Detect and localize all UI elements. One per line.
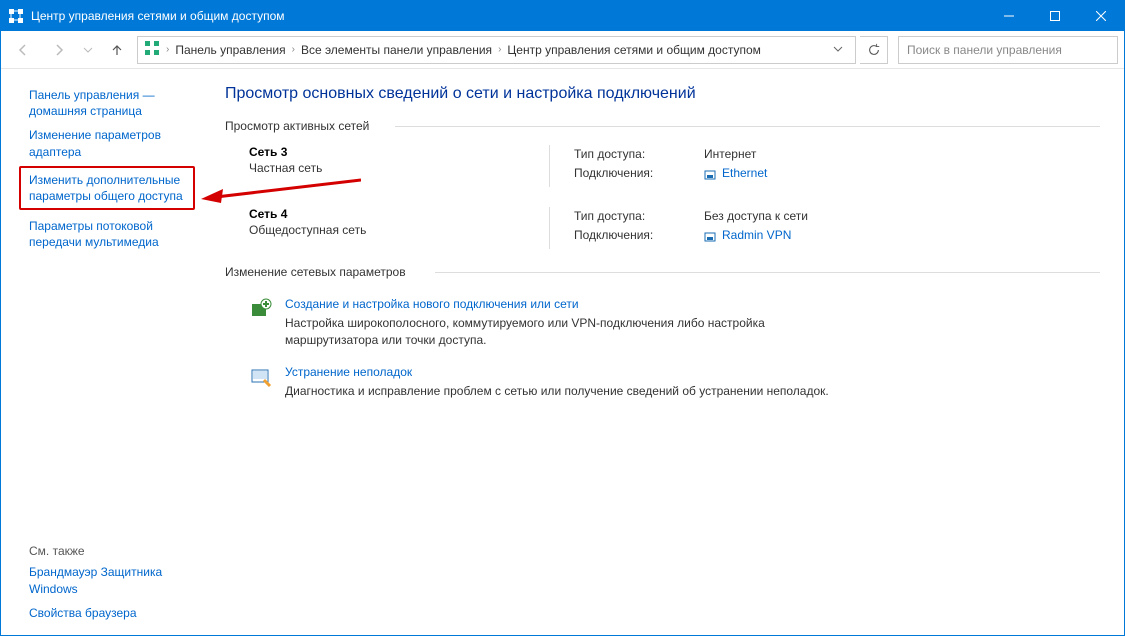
- connections-label: Подключения:: [574, 164, 684, 187]
- network-block: Сеть 3 Частная сеть Тип доступа: Интерне…: [225, 135, 1100, 197]
- breadcrumb-item[interactable]: Центр управления сетями и общим доступом: [507, 43, 761, 57]
- chevron-right-icon[interactable]: ›: [290, 44, 297, 55]
- chevron-right-icon[interactable]: ›: [496, 44, 503, 55]
- address-bar[interactable]: › Панель управления › Все элементы панел…: [137, 36, 856, 64]
- connections-label: Подключения:: [574, 226, 684, 249]
- network-name: Сеть 4: [249, 207, 509, 221]
- page-title: Просмотр основных сведений о сети и наст…: [225, 85, 1100, 103]
- recent-dropdown[interactable]: [79, 36, 97, 64]
- path-icon: [144, 40, 160, 59]
- seealso-header: См. также: [1, 538, 201, 560]
- new-connection-icon: [249, 297, 273, 321]
- seealso-browser-properties[interactable]: Свойства браузера: [1, 601, 201, 625]
- maximize-button[interactable]: [1032, 1, 1078, 31]
- sidebar-link-advanced-sharing[interactable]: Изменить дополнительные параметры общего…: [19, 166, 195, 210]
- close-button[interactable]: [1078, 1, 1124, 31]
- network-type: Общедоступная сеть: [249, 223, 509, 237]
- access-type-label: Тип доступа:: [574, 207, 684, 226]
- network-name: Сеть 3: [249, 145, 509, 159]
- access-type-label: Тип доступа:: [574, 145, 684, 164]
- search-input[interactable]: [898, 36, 1118, 64]
- navigation-bar: › Панель управления › Все элементы панел…: [1, 31, 1124, 69]
- network-block: Сеть 4 Общедоступная сеть Тип доступа: Б…: [225, 197, 1100, 259]
- sidebar-link-home[interactable]: Панель управления — домашняя страница: [1, 83, 201, 123]
- sidebar-link-adapter-settings[interactable]: Изменение параметров адаптера: [1, 123, 201, 163]
- change-item-title[interactable]: Создание и настройка нового подключения …: [285, 297, 845, 311]
- address-dropdown[interactable]: [827, 43, 849, 57]
- sidebar: Панель управления — домашняя страница Из…: [1, 69, 201, 635]
- back-button[interactable]: [7, 36, 39, 64]
- troubleshoot-icon: [249, 365, 273, 389]
- ethernet-icon: [704, 168, 716, 180]
- change-item: Создание и настройка нового подключения …: [249, 289, 1100, 357]
- change-item-title[interactable]: Устранение неполадок: [285, 365, 829, 379]
- chevron-right-icon[interactable]: ›: [164, 44, 171, 55]
- section-active-networks: Просмотр активных сетей: [225, 119, 1100, 133]
- main-panel: Просмотр основных сведений о сети и наст…: [201, 69, 1124, 635]
- breadcrumb-item[interactable]: Все элементы панели управления: [301, 43, 492, 57]
- network-type: Частная сеть: [249, 161, 509, 175]
- up-button[interactable]: [101, 36, 133, 64]
- access-type-value: Интернет: [704, 145, 756, 164]
- access-type-value: Без доступа к сети: [704, 207, 808, 226]
- change-item-desc: Диагностика и исправление проблем с сеть…: [285, 383, 829, 400]
- window-title: Центр управления сетями и общим доступом: [31, 9, 986, 23]
- window-titlebar: Центр управления сетями и общим доступом: [1, 1, 1124, 31]
- app-icon: [7, 7, 25, 25]
- minimize-button[interactable]: [986, 1, 1032, 31]
- sidebar-link-media-streaming[interactable]: Параметры потоковой передачи мультимедиа: [1, 212, 201, 254]
- section-change-settings: Изменение сетевых параметров: [225, 265, 1100, 279]
- change-item-desc: Настройка широкополосного, коммутируемог…: [285, 315, 845, 349]
- seealso-firewall[interactable]: Брандмауэр Защитника Windows: [1, 560, 201, 600]
- connection-link[interactable]: Ethernet: [704, 164, 767, 183]
- forward-button[interactable]: [43, 36, 75, 64]
- change-item: Устранение неполадок Диагностика и испра…: [249, 357, 1100, 408]
- breadcrumb-item[interactable]: Панель управления: [175, 43, 285, 57]
- ethernet-icon: [704, 230, 716, 242]
- refresh-button[interactable]: [860, 36, 888, 64]
- connection-link[interactable]: Radmin VPN: [704, 226, 791, 245]
